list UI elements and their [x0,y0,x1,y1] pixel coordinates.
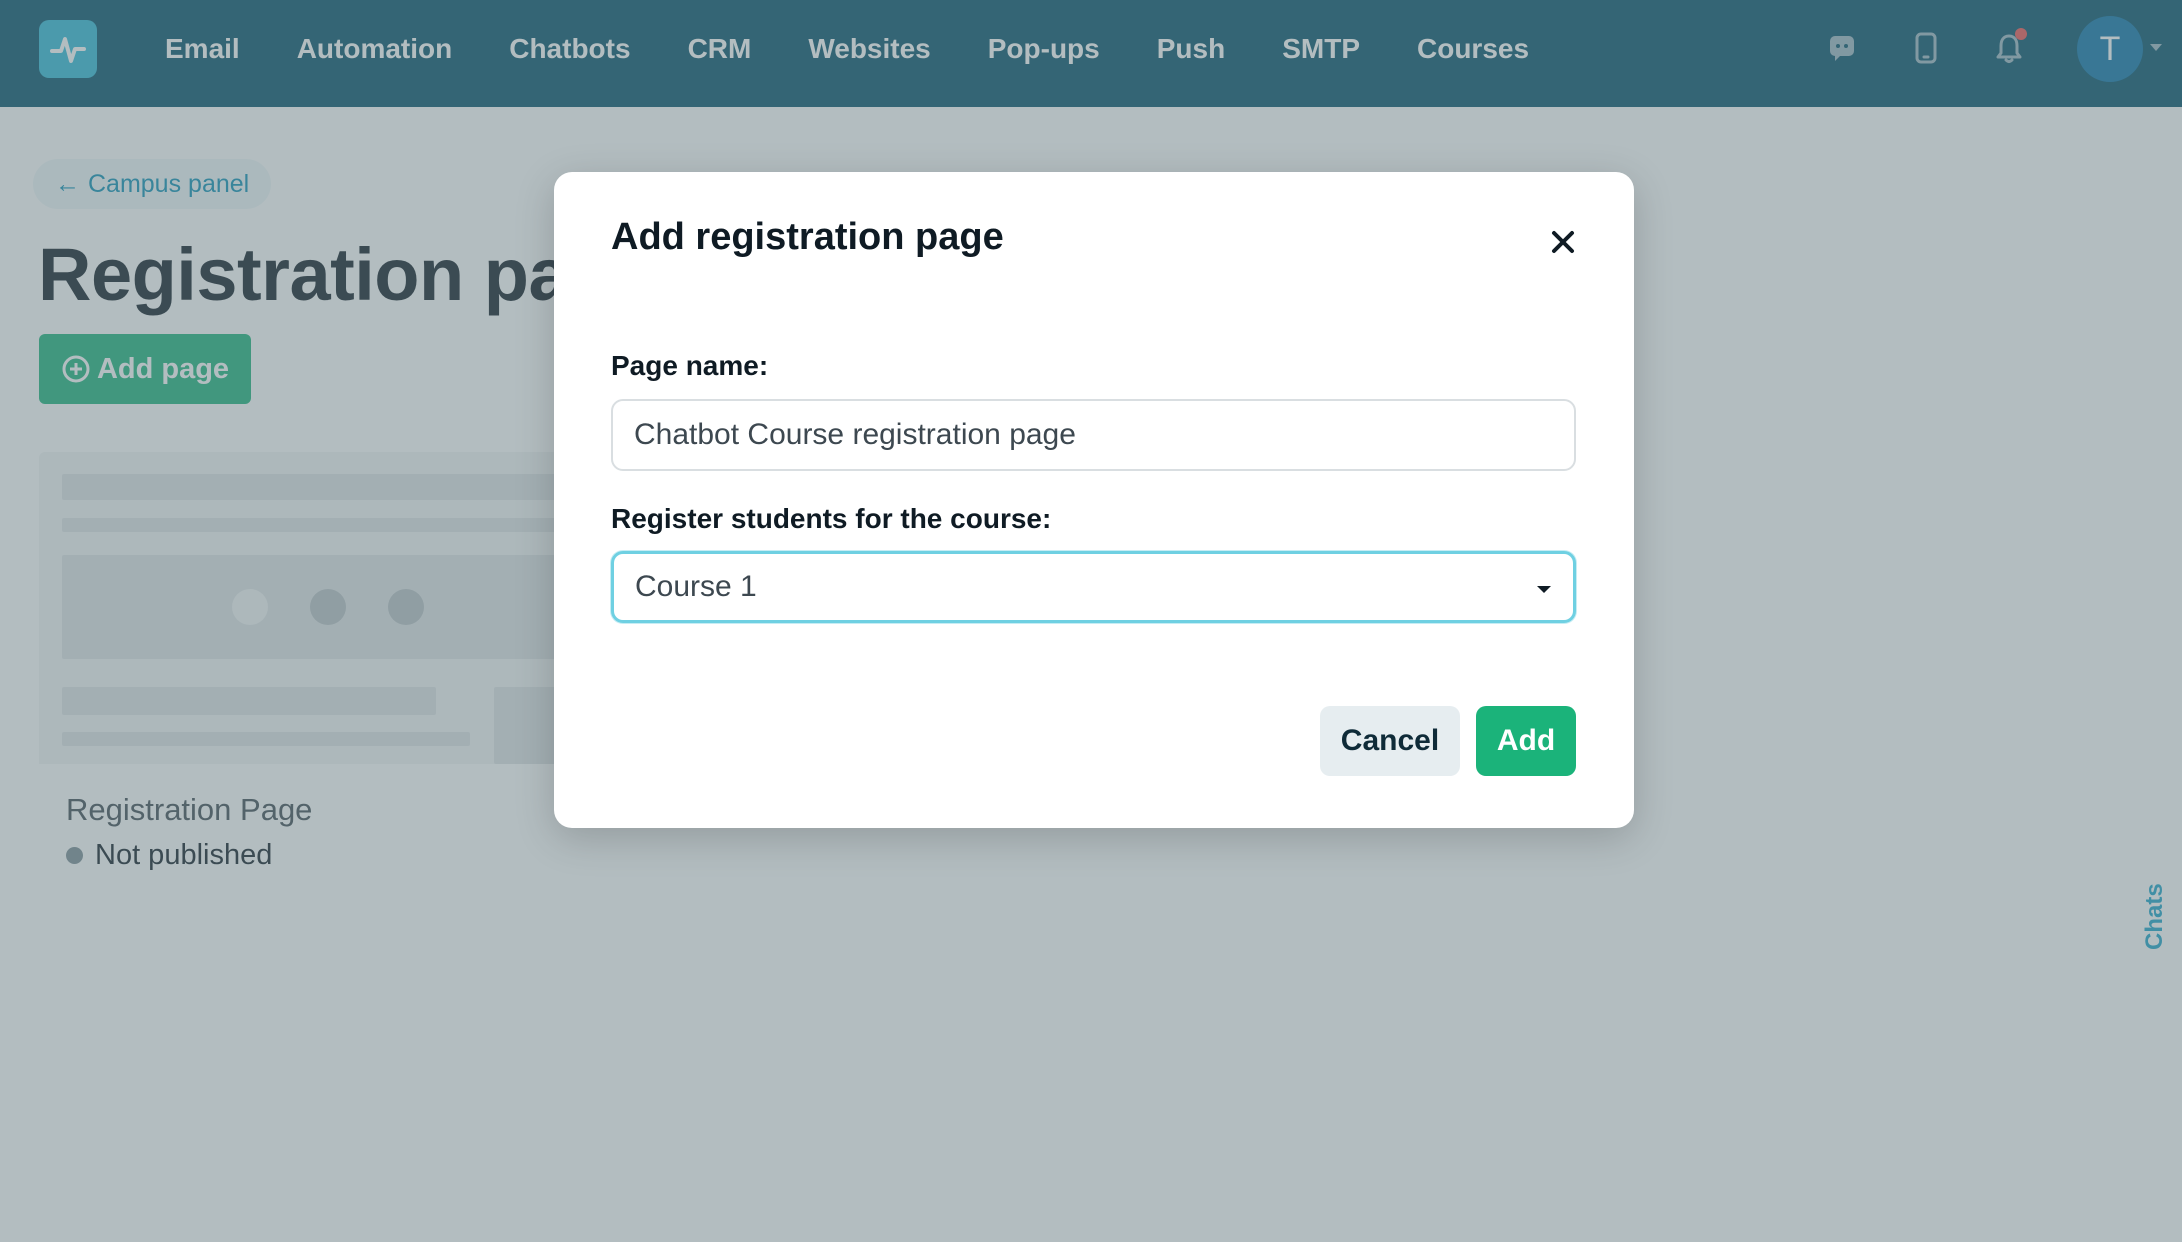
cancel-button[interactable]: Cancel [1320,706,1460,776]
add-button[interactable]: Add [1476,706,1576,776]
close-button[interactable] [1543,222,1583,262]
close-icon [1552,231,1574,253]
add-registration-page-dialog: Add registration page Page name: Registe… [554,172,1634,828]
page-name-label: Page name: [611,350,769,381]
course-select-value: Course 1 [635,570,757,603]
page-name-input[interactable] [611,399,1576,471]
dialog-title: Add registration page [611,216,1004,258]
chevron-down-icon [1537,586,1551,593]
course-label: Register students for the course: [611,503,1052,534]
course-select[interactable]: Course 1 [611,551,1576,623]
